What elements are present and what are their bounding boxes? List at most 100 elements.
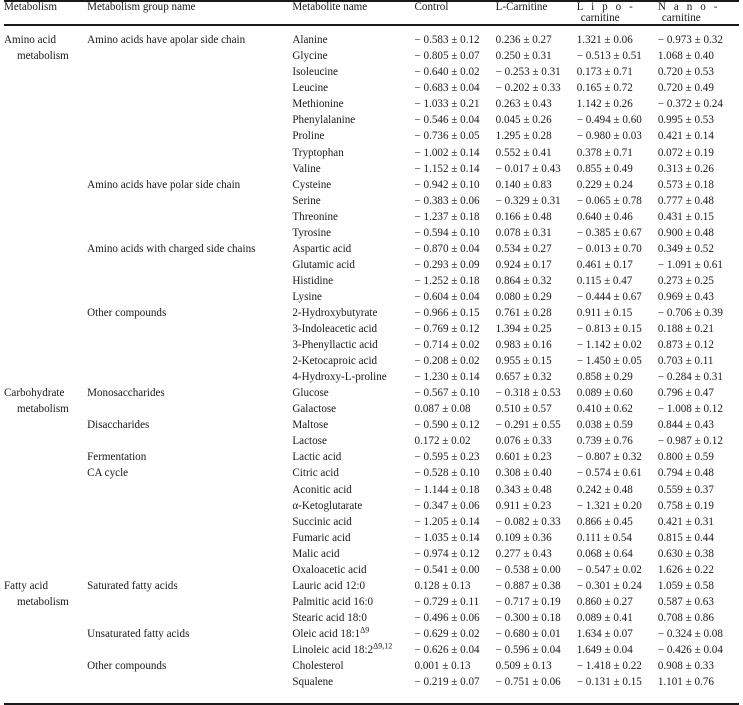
table-row: Amino acids with charged side chains Aspa… — [4, 243, 739, 260]
value-lipo-carnitine: − 0.444 ± 0.67 — [577, 291, 658, 308]
metabolism-category-empty — [4, 340, 87, 356]
value-lipo-carnitine-text: − 1.450 ± 0.05 — [576, 355, 642, 368]
metabolism-group-name: Other compounds — [87, 306, 167, 319]
value-control-text: 0.172 ± 0.02 — [414, 435, 471, 448]
value-nano-carnitine-text: 0.573 ± 0.18 — [657, 178, 714, 191]
value-lipo-carnitine-text: 1.142 ± 0.26 — [576, 98, 633, 111]
value-lipo-carnitine-text: 0.242 ± 0.48 — [576, 483, 633, 496]
value-nano-carnitine: − 0.284 ± 0.31 — [658, 372, 739, 388]
value-control: − 0.974 ± 0.12 — [415, 548, 496, 565]
value-control-text: − 0.567 ± 0.10 — [414, 387, 480, 400]
metabolism-category-empty — [4, 244, 87, 260]
metabolism-group-empty — [87, 517, 292, 533]
value-lipo-carnitine-text: 0.068 ± 0.64 — [576, 547, 633, 560]
metabolism-category-empty — [4, 131, 87, 147]
value-nano-carnitine: 0.431 ± 0.15 — [658, 211, 739, 228]
value-lipo-carnitine: 1.142 ± 0.26 — [577, 99, 658, 115]
value-control: 0.001 ± 0.13 — [415, 660, 496, 677]
metabolism-category-line2: metabolism — [17, 595, 69, 608]
value-lipo-carnitine-text: − 0.574 ± 0.61 — [576, 467, 642, 480]
value-control: − 0.626 ± 0.04 — [415, 644, 496, 661]
metabolite-name: Succinic acid — [292, 515, 352, 528]
metabolism-category-empty — [4, 292, 87, 308]
metabolism-group-name: Fermentation — [87, 451, 147, 464]
value-control-text: − 0.347 ± 0.06 — [414, 499, 480, 512]
value-control: − 0.219 ± 0.07 — [415, 676, 496, 693]
value-control: − 0.769 ± 0.12 — [415, 323, 496, 340]
value-nano-carnitine: 0.273 ± 0.25 — [658, 275, 739, 292]
value-control-text: − 1.002 ± 0.14 — [414, 146, 480, 159]
metabolism-group-empty — [87, 324, 292, 340]
value-l-carnitine-text: 0.955 ± 0.15 — [495, 355, 552, 368]
value-nano-carnitine-text: 0.421 ± 0.31 — [657, 515, 714, 528]
value-l-carnitine: 0.924 ± 0.17 — [495, 258, 577, 276]
value-l-carnitine-text: − 0.202 ± 0.33 — [495, 82, 561, 95]
value-lipo-carnitine: 0.068 ± 0.64 — [576, 547, 658, 565]
value-l-carnitine-text: − 0.887 ± 0.38 — [495, 579, 561, 592]
table-row: Tyrosine − 0.594 ± 0.10 0.078 ± 0.31 − 0.38… — [4, 226, 739, 244]
value-lipo-carnitine: 0.461 ± 0.17 — [576, 258, 658, 276]
metabolite-name: 3-Phenyllactic acid — [292, 339, 378, 352]
table-row: Proline − 0.736 ± 0.05 1.295 ± 0.28 − 0.980… — [4, 131, 739, 147]
value-l-carnitine-text: − 0.017 ± 0.43 — [495, 162, 561, 175]
metabolite-name: Cholesterol — [292, 660, 344, 673]
metabolism-group-empty — [87, 356, 292, 372]
value-nano-carnitine: 0.873 ± 0.12 — [658, 339, 739, 356]
value-nano-carnitine: − 0.372 ± 0.24 — [658, 99, 739, 115]
metabolism-category-empty — [4, 276, 87, 292]
metabolism-category-empty — [4, 372, 87, 388]
value-l-carnitine-text: 0.864 ± 0.32 — [495, 274, 552, 287]
value-l-carnitine: 0.140 ± 0.83 — [496, 179, 577, 196]
value-control: − 0.870 ± 0.04 — [415, 243, 496, 260]
value-lipo-carnitine: − 1.418 ± 0.22 — [577, 660, 658, 677]
metabolism-category-line1: Amino acid — [4, 34, 57, 47]
value-l-carnitine: 0.078 ± 0.31 — [495, 226, 577, 244]
value-lipo-carnitine-text: 0.461 ± 0.17 — [576, 258, 633, 271]
table-row: Lysine − 0.604 ± 0.04 0.080 ± 0.29 − 0.444 … — [4, 291, 739, 308]
value-lipo-carnitine: − 1.142 ± 0.02 — [577, 339, 658, 356]
value-lipo-carnitine: − 0.574 ± 0.61 — [577, 468, 658, 484]
value-l-carnitine-text: 0.509 ± 0.13 — [495, 660, 552, 673]
header-row: Metabolism Metabolism group name Metabol… — [4, 1, 739, 25]
value-l-carnitine-text: − 0.751 ± 0.06 — [495, 676, 561, 689]
value-l-carnitine-text: 0.078 ± 0.31 — [495, 226, 552, 239]
value-lipo-carnitine: 1.649 ± 0.04 — [577, 644, 658, 661]
value-l-carnitine-text: 0.552 ± 0.41 — [495, 146, 552, 159]
value-control: − 0.805 ± 0.07 — [415, 51, 496, 67]
value-lipo-carnitine-text: − 0.301 ± 0.24 — [576, 579, 642, 592]
table-row: Unsaturated fatty acids Oleic acid 18:1Δ9… — [4, 626, 739, 645]
value-nano-carnitine: − 0.973 ± 0.32 — [658, 35, 739, 51]
metabolism-category-continued: metabolism — [4, 51, 87, 67]
value-l-carnitine: 0.955 ± 0.15 — [496, 356, 577, 372]
value-control: − 1.144 ± 0.18 — [415, 484, 496, 501]
value-lipo-carnitine-text: 0.866 ± 0.45 — [576, 515, 633, 528]
metabolism-category-empty — [4, 549, 87, 565]
value-lipo-carnitine: 0.860 ± 0.27 — [577, 596, 658, 613]
value-lipo-carnitine-text: − 0.980 ± 0.03 — [576, 130, 642, 143]
value-nano-carnitine-text: 0.800 ± 0.59 — [657, 451, 714, 464]
value-l-carnitine-text: 0.343 ± 0.48 — [495, 483, 552, 496]
metabolite-name: Stearic acid 18:0 — [292, 611, 367, 624]
value-l-carnitine-text: 0.250 ± 0.31 — [495, 50, 552, 63]
value-nano-carnitine-text: 0.703 ± 0.11 — [657, 355, 714, 368]
metabolite-name: Glucose — [292, 387, 329, 400]
value-lipo-carnitine: − 1.450 ± 0.05 — [577, 356, 658, 372]
value-lipo-carnitine: 0.038 ± 0.59 — [577, 420, 658, 436]
metabolite-name: Linoleic acid 18:2Δ9,12 — [292, 641, 393, 656]
value-lipo-carnitine: − 0.013 ± 0.70 — [577, 243, 658, 260]
table-row: Methionine − 1.033 ± 0.21 0.263 ± 0.43 1.14… — [4, 99, 739, 115]
metabolism-category-empty — [4, 212, 87, 228]
value-l-carnitine-text: 0.924 ± 0.17 — [495, 258, 552, 271]
value-l-carnitine: − 0.751 ± 0.06 — [495, 676, 577, 693]
value-nano-carnitine: 0.800 ± 0.59 — [658, 452, 739, 468]
metabolism-category-empty — [4, 565, 87, 581]
table-footer — [4, 693, 739, 705]
value-l-carnitine-text: − 0.596 ± 0.04 — [495, 643, 561, 656]
value-control: − 0.629 ± 0.02 — [415, 628, 496, 645]
value-lipo-carnitine: − 0.301 ± 0.24 — [576, 579, 658, 597]
metabolism-group-empty — [87, 164, 292, 180]
value-lipo-carnitine: − 0.547 ± 0.02 — [577, 564, 658, 581]
metabolism-group-empty — [87, 131, 292, 147]
metabolism-group-name: Amino acids have apolar side chain — [87, 34, 246, 47]
value-l-carnitine: 0.983 ± 0.16 — [496, 339, 577, 356]
